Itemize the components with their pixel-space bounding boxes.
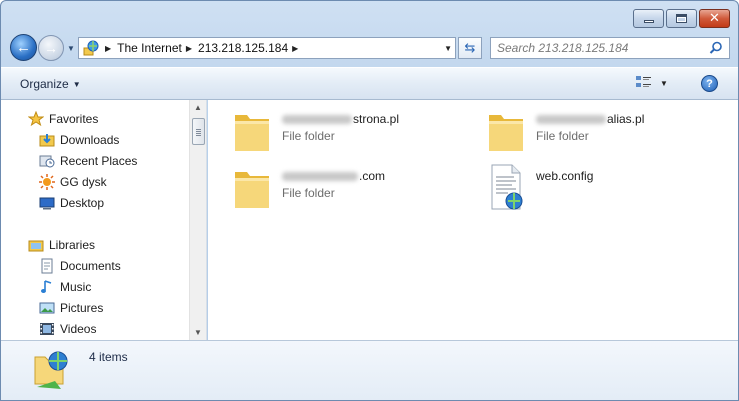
config-file-icon [480,162,532,214]
scroll-thumb[interactable] [192,118,205,145]
refresh-button[interactable]: ⇆ [458,37,482,59]
address-dropdown-icon[interactable]: ▼ [444,44,452,53]
details-pane: 4 items [1,340,738,400]
command-bar: Organize ▼ ▼ ? [1,67,738,100]
redacted-text [282,114,352,124]
nav-libraries[interactable]: Libraries [27,235,95,255]
file-list-pane: strona.pl File folder alias.pl File fold… [208,100,738,340]
nav-favorites-label: Favorites [49,112,99,126]
item-name-text: .com [359,169,386,183]
minimize-button[interactable] [633,9,664,28]
forward-button[interactable]: → [38,35,64,61]
nav-music[interactable]: Music [38,277,91,297]
crumb-separator[interactable]: ▶ [186,44,192,53]
help-icon: ? [706,77,713,90]
maximize-icon [676,14,687,23]
nav-libraries-label: Libraries [49,238,96,252]
recent-pages-dropdown[interactable]: ▼ [67,44,75,53]
breadcrumb-the-internet[interactable]: The Internet [117,41,182,55]
nav-recent-places-label: Recent Places [60,154,138,168]
crumb-separator[interactable]: ▶ [105,44,111,53]
film-strip-icon [38,321,56,337]
organize-button[interactable]: Organize ▼ [20,77,81,91]
folder-item-strona[interactable]: strona.pl File folder [226,105,399,157]
nav-desktop-label: Desktop [60,196,105,210]
refresh-icon: ⇆ [464,40,476,55]
breadcrumb-ip-address[interactable]: 213.218.125.184 [198,41,288,55]
nav-scrollbar[interactable]: ▲ ▼ [189,100,206,340]
star-icon [27,111,45,127]
network-folder-icon [31,347,73,396]
view-tiles-icon [636,75,652,92]
downloads-folder-icon [38,132,56,148]
folder-item-com[interactable]: .com File folder [226,162,385,214]
pictures-icon [38,300,56,316]
file-item-web-config[interactable]: web.config [480,162,593,214]
folder-icon [226,162,278,214]
scroll-down-icon[interactable]: ▼ [194,328,202,337]
nav-videos-label: Videos [60,322,97,336]
back-arrow-icon: ← [16,39,31,56]
music-note-icon [38,279,56,295]
item-name: alias.pl [536,112,644,126]
redacted-text [282,171,358,181]
close-icon: ✕ [709,11,720,26]
search-icon[interactable] [709,41,723,58]
navigation-pane: Favorites Downloads Recent Places GG dys… [1,100,207,340]
nav-pictures-label: Pictures [60,301,104,315]
maximize-button[interactable] [666,9,697,28]
nav-gg-dysk-label: GG dysk [60,175,107,189]
nav-recent-places[interactable]: Recent Places [38,151,137,171]
item-name: .com [282,169,385,183]
item-type: File folder [536,129,589,143]
nav-videos[interactable]: Videos [38,319,96,339]
explorer-window: ✕ ← → ▼ ▶ The Internet ▶ 213.218.125.184… [0,0,739,401]
close-button[interactable]: ✕ [699,9,730,28]
caption-buttons: ✕ [633,9,730,28]
search-input[interactable] [497,41,702,55]
item-name-text: alias.pl [607,112,645,126]
recent-places-icon [38,153,56,169]
nav-music-label: Music [60,280,92,294]
nav-pictures[interactable]: Pictures [38,298,103,318]
back-button[interactable]: ← [10,34,37,61]
desktop-icon [38,195,56,211]
item-count: 4 items [89,350,128,364]
address-bar[interactable]: ▶ The Internet ▶ 213.218.125.184 ▶ ▼ [78,37,456,59]
nav-favorites[interactable]: Favorites [27,109,98,129]
nav-desktop[interactable]: Desktop [38,193,104,213]
organize-label: Organize [20,77,69,91]
forward-arrow-icon: → [44,40,58,56]
folder-icon [226,105,278,157]
nav-downloads-label: Downloads [60,133,120,147]
change-view-button[interactable]: ▼ [636,75,668,92]
gg-sun-icon [38,174,56,190]
item-name-text: strona.pl [353,112,400,126]
help-button[interactable]: ? [701,75,718,92]
crumb-separator[interactable]: ▶ [292,44,298,53]
folder-item-alias[interactable]: alias.pl File folder [480,105,644,157]
network-location-icon [81,38,101,58]
item-name: strona.pl [282,112,399,126]
item-name: web.config [536,169,594,183]
chevron-down-icon: ▼ [660,79,668,88]
item-type: File folder [282,129,335,143]
nav-downloads[interactable]: Downloads [38,130,119,150]
nav-documents-label: Documents [60,259,121,273]
item-type: File folder [282,186,335,200]
grip-icon [196,129,201,136]
nav-documents[interactable]: Documents [38,256,121,276]
nav-gg-dysk[interactable]: GG dysk [38,172,107,192]
documents-icon [38,258,56,274]
scroll-up-icon[interactable]: ▲ [194,103,202,112]
redacted-text [536,114,606,124]
folder-icon [480,105,532,157]
minimize-icon [643,20,654,23]
libraries-icon [27,237,45,253]
search-box[interactable] [490,37,730,59]
chevron-down-icon: ▼ [72,79,81,89]
